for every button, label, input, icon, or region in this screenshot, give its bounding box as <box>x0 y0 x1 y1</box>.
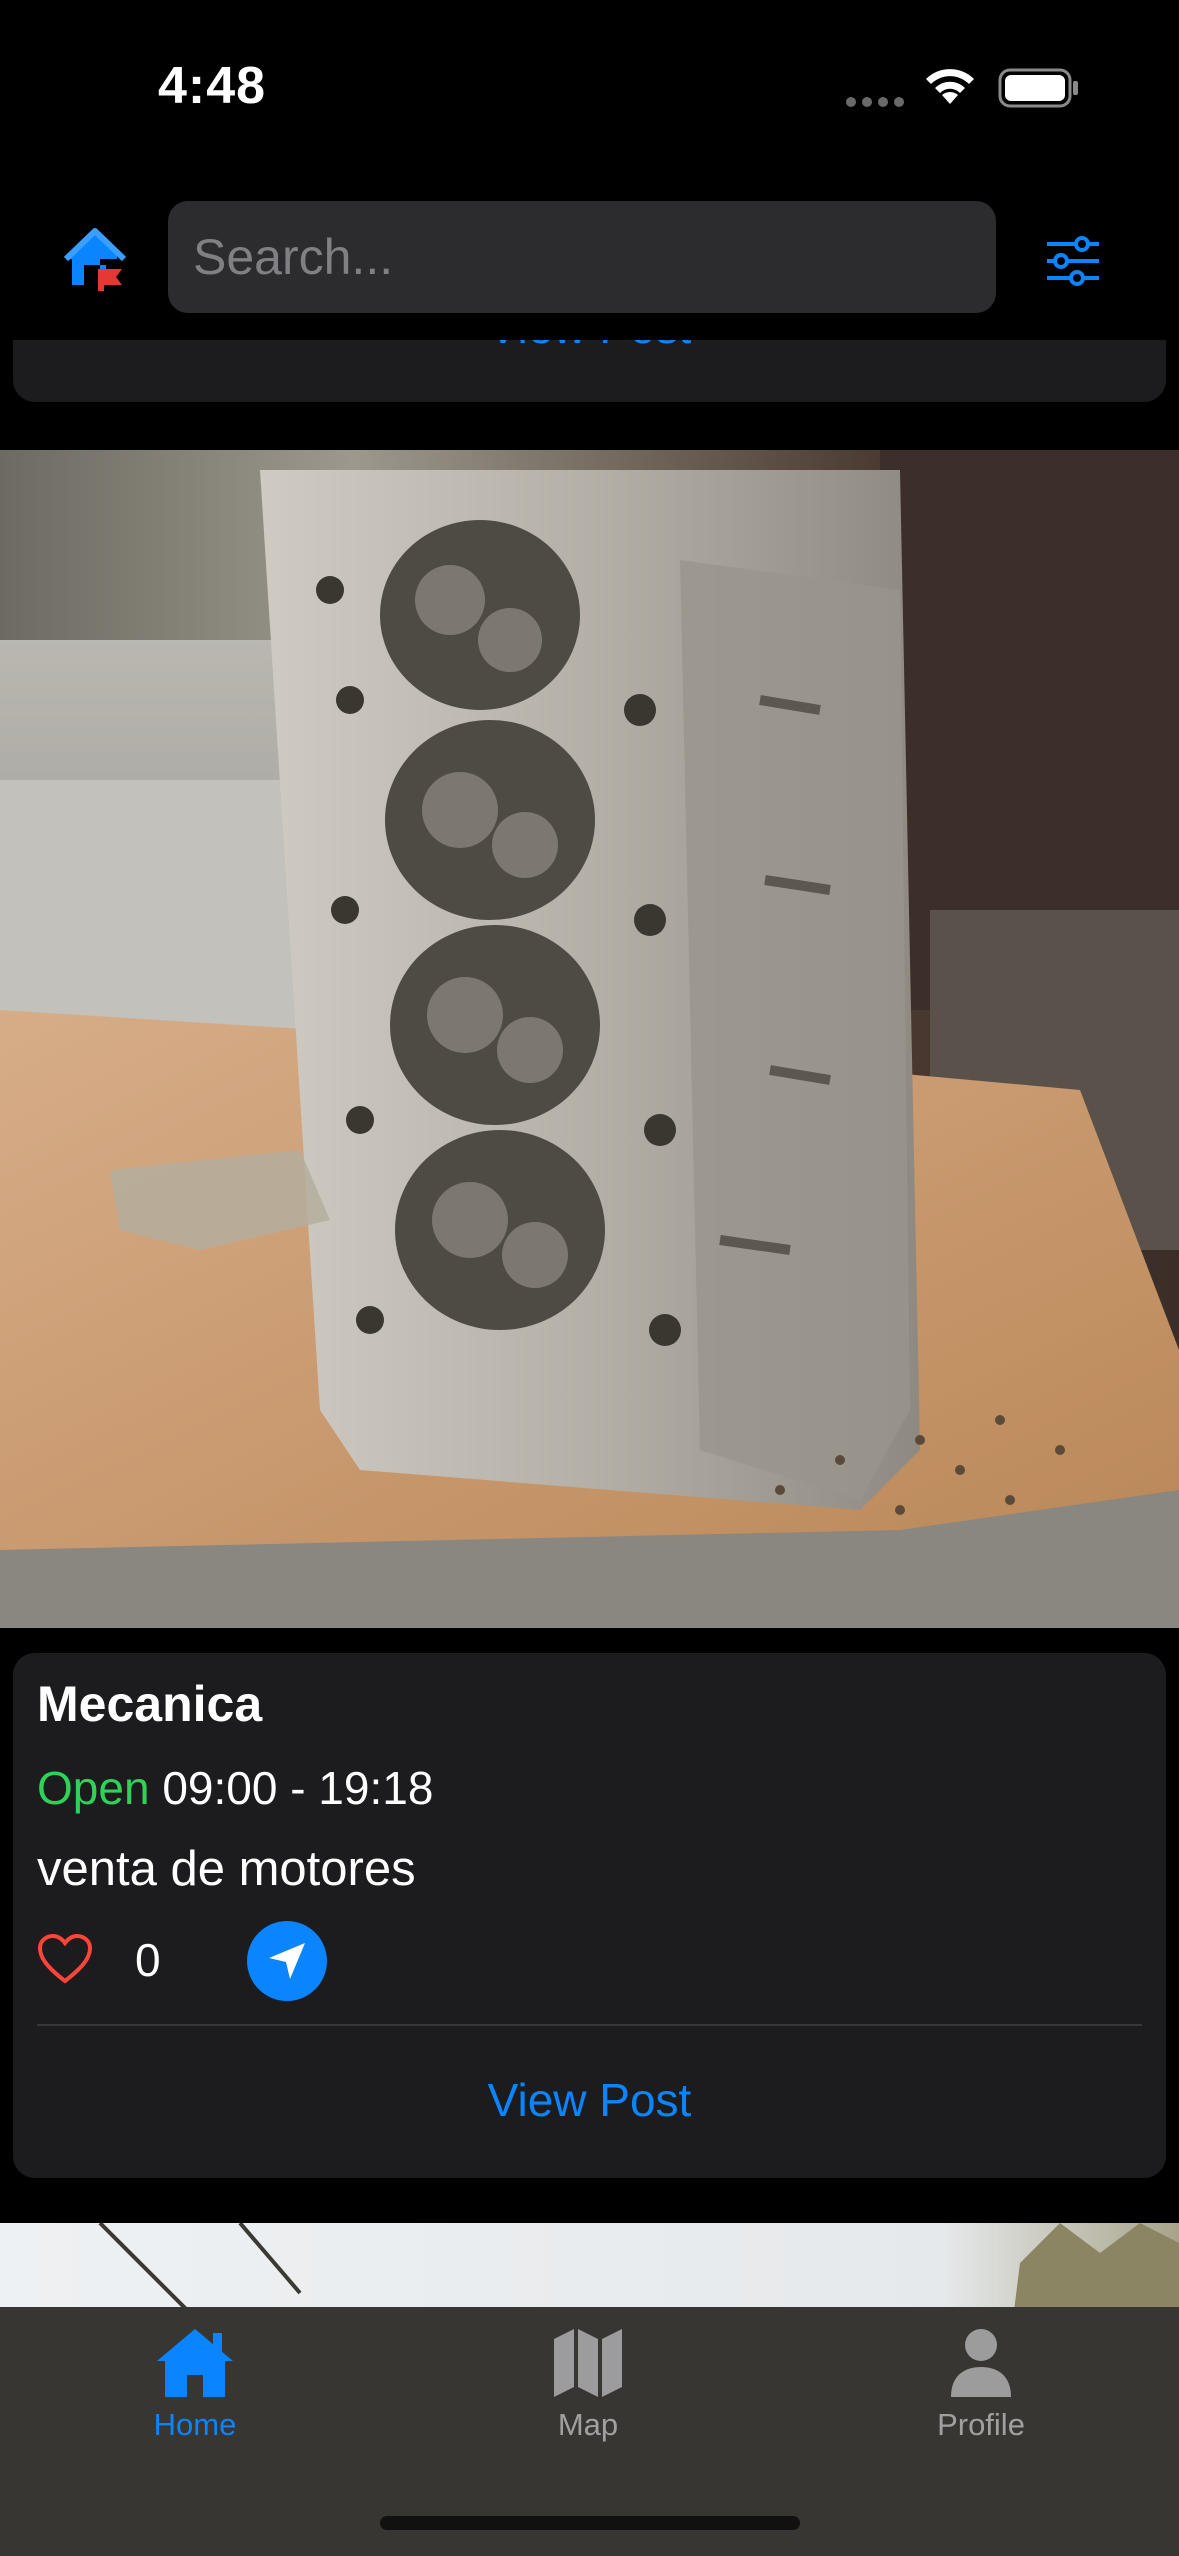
status-bar: 4:48 <box>0 0 1179 170</box>
directions-button[interactable] <box>247 1921 327 2001</box>
person-icon <box>951 2329 1011 2397</box>
filter-sliders-icon[interactable] <box>1045 236 1101 286</box>
home-indicator <box>380 2516 800 2530</box>
tab-label: Map <box>557 2407 619 2442</box>
tab-profile[interactable]: Profile <box>871 2325 1091 2443</box>
hours-range: 09:00 - 19:18 <box>162 1762 434 1814</box>
tab-home[interactable]: Home <box>85 2325 305 2443</box>
like-count: 0 <box>135 1934 161 1986</box>
app-logo-icon[interactable] <box>60 225 130 295</box>
view-post-link[interactable]: View Post <box>13 2073 1166 2127</box>
battery-icon <box>998 68 1078 108</box>
post-actions: 0 <box>37 1921 637 2001</box>
post-photo[interactable] <box>0 450 1179 1628</box>
card-divider <box>37 2024 1142 2026</box>
tab-map[interactable]: Map <box>478 2325 698 2443</box>
tab-label: Profile <box>937 2407 1025 2442</box>
search-input[interactable] <box>168 201 996 313</box>
opening-hours: Open 09:00 - 19:18 <box>37 1761 433 1815</box>
status-time: 4:48 <box>158 57 267 115</box>
top-header <box>0 170 1179 340</box>
previous-post-card: View Post <box>13 340 1166 402</box>
wifi-icon <box>926 69 974 104</box>
house-icon <box>157 2329 233 2397</box>
post-description: venta de motores <box>37 1842 416 1896</box>
post-card[interactable]: Mecanica Open 09:00 - 19:18 venta de mot… <box>13 1653 1166 2178</box>
next-post-photo[interactable] <box>0 2223 1179 2307</box>
tab-label: Home <box>153 2407 237 2442</box>
cellular-signal-icon <box>846 94 910 112</box>
search-field[interactable] <box>168 201 996 313</box>
map-icon <box>554 2329 622 2397</box>
view-post-link[interactable]: View Post <box>13 340 1166 354</box>
open-status: Open <box>37 1762 150 1814</box>
location-arrow-icon <box>269 1943 305 1979</box>
posts-feed[interactable]: View Post <box>0 340 1179 2307</box>
post-title: Mecanica <box>37 1676 263 1732</box>
heart-icon[interactable] <box>37 1933 93 1985</box>
